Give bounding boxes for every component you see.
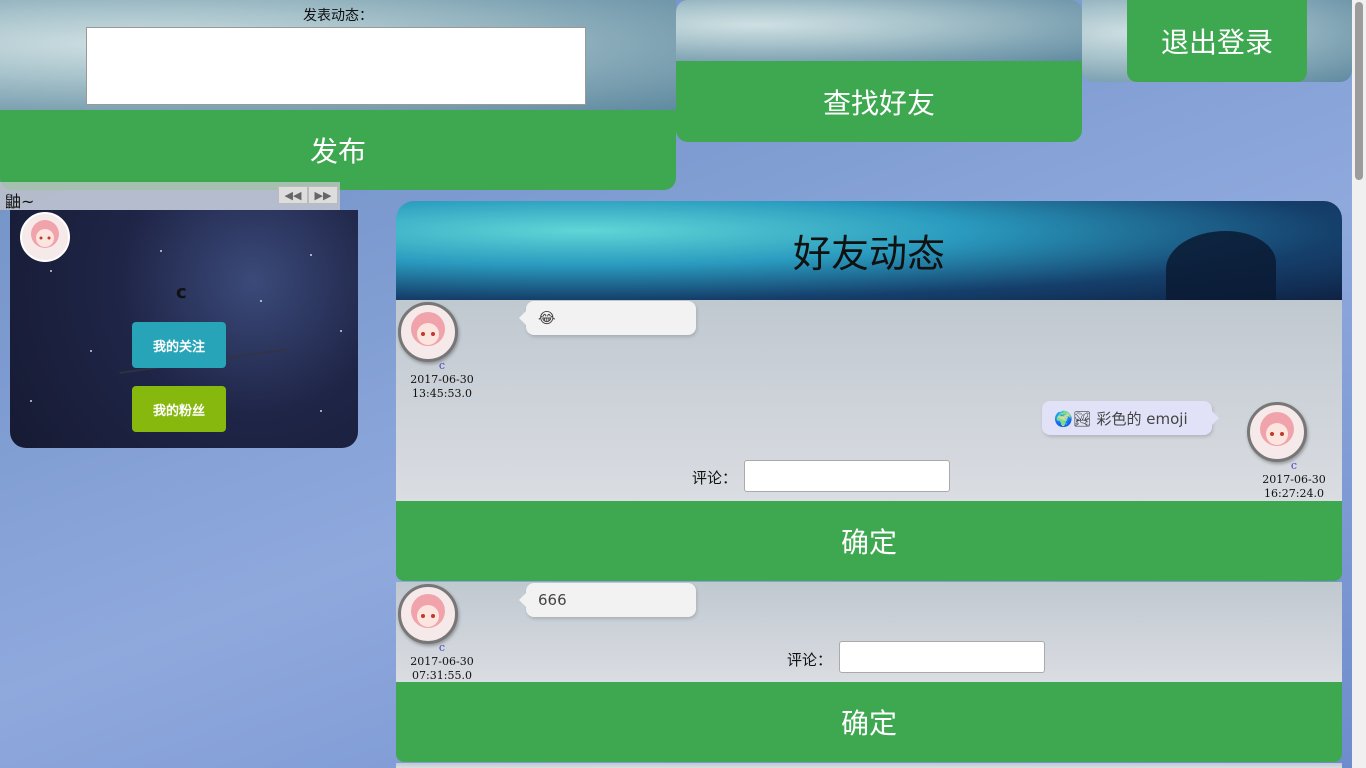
post-author-avatar[interactable] [398,302,458,362]
post-composer: 发表动态： [0,0,676,110]
reply-author[interactable]: c [1254,459,1334,472]
search-area [676,0,1082,63]
previous-track-icon[interactable]: ◀◀ [278,186,308,204]
profile-name: c [176,282,187,303]
feed-post [396,763,1342,768]
confirm-comment-button[interactable]: 确定 [396,682,1342,762]
post-date: 2017-06-30 [410,655,474,668]
feed-title: 好友动态 [792,232,945,276]
comment-label: 评论： [692,469,738,487]
comment-label: 评论： [787,651,833,669]
post-textarea[interactable] [86,27,586,105]
music-controls: ◀◀ ▶▶ [278,186,338,204]
reply-content-bubble: 🌍🏞 彩色的 emoji [1042,401,1219,435]
logout-button[interactable]: 退出登录 [1127,0,1307,82]
scroll-thumb[interactable] [1355,2,1363,180]
post-time: 07:31:55.0 [412,669,472,682]
post-label: 发表动态： [303,8,373,24]
feed-post: c 2017-06-30 13:45:53.0 😂 🌍🏞 彩色的 emoji c… [396,300,1342,501]
post-time: 13:45:53.0 [412,387,472,400]
comment-input[interactable] [839,641,1045,673]
confirm-comment-button[interactable]: 确定 [396,501,1342,581]
music-player: 鼬~ ◀◀ ▶▶ [0,182,340,211]
reply-time: 16:27:24.0 [1264,487,1324,500]
reply-author-avatar[interactable] [1247,402,1307,462]
search-input[interactable] [692,30,1070,63]
post-author[interactable]: c [402,359,482,372]
music-title: 鼬~ [5,192,35,211]
profile-card: c 我的关注 我的粉丝 [10,210,358,448]
page-scrollbar[interactable] [1352,0,1366,768]
post-author[interactable]: c [402,641,482,654]
publish-button[interactable]: 发布 [0,110,676,190]
post-content-bubble: 666 [519,583,696,617]
fans-button[interactable]: 我的粉丝 [132,386,226,432]
reply-date: 2017-06-30 [1262,473,1326,486]
find-friend-button[interactable]: 查找好友 [676,61,1082,142]
feed-post: c 2017-06-30 07:31:55.0 666 评论： [396,582,1342,682]
post-date: 2017-06-30 [410,373,474,386]
next-track-icon[interactable]: ▶▶ [308,186,338,204]
profile-avatar[interactable] [20,212,70,262]
feed-header: 好友动态 [396,201,1342,300]
post-author-avatar[interactable] [398,584,458,644]
comment-input[interactable] [744,460,950,492]
header-decoration [1166,231,1276,300]
post-content-bubble: 😂 [519,301,696,335]
following-button[interactable]: 我的关注 [132,322,226,368]
